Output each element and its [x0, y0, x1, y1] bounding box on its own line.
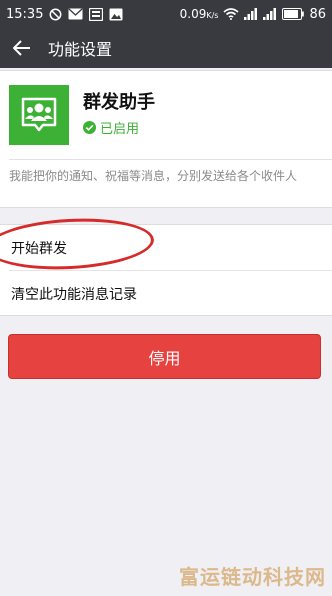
status-badge: 已启用 — [83, 118, 139, 137]
picture-icon — [109, 8, 123, 21]
status-bar: 15:35 0.09K/s 86 — [0, 0, 332, 28]
do-not-disturb-icon — [49, 8, 62, 21]
check-circle-icon — [83, 121, 96, 134]
plugin-description: 我能把你的通知、祝福等消息，分别发送给各个收件人 — [9, 169, 298, 183]
clear-history-item[interactable]: 清空此功能消息记录 — [0, 271, 332, 316]
divider — [9, 159, 332, 160]
plugin-name: 群发助手 — [83, 92, 155, 113]
wifi-icon — [223, 8, 239, 20]
title-bar: 功能设置 — [0, 28, 332, 68]
clear-history-label: 清空此功能消息记录 — [11, 286, 137, 303]
action-list: 开始群发 清空此功能消息记录 — [0, 224, 332, 316]
status-text: 已启用 — [100, 122, 140, 137]
network-speed: 0.09K/s — [179, 7, 219, 21]
back-button[interactable] — [4, 28, 40, 68]
signal-icon — [244, 8, 258, 20]
battery-icon — [282, 8, 305, 20]
gallery-icon — [89, 7, 104, 21]
start-broadcast-label: 开始群发 — [11, 240, 67, 257]
plugin-info-card: 群发助手 已启用 我能把你的通知、祝福等消息，分别发送给各个收件人 — [0, 70, 332, 208]
signal-icon-2 — [263, 8, 277, 20]
back-arrow-icon — [13, 40, 30, 56]
disable-button[interactable]: 停用 — [8, 334, 321, 379]
page-title: 功能设置 — [48, 40, 113, 59]
clock: 15:35 — [6, 6, 44, 22]
group-message-icon — [9, 85, 69, 145]
watermark: 富运链动科技网 — [179, 565, 326, 589]
start-broadcast-item[interactable]: 开始群发 — [0, 225, 332, 270]
mail-icon — [68, 8, 83, 20]
battery-level: 86 — [309, 6, 326, 22]
